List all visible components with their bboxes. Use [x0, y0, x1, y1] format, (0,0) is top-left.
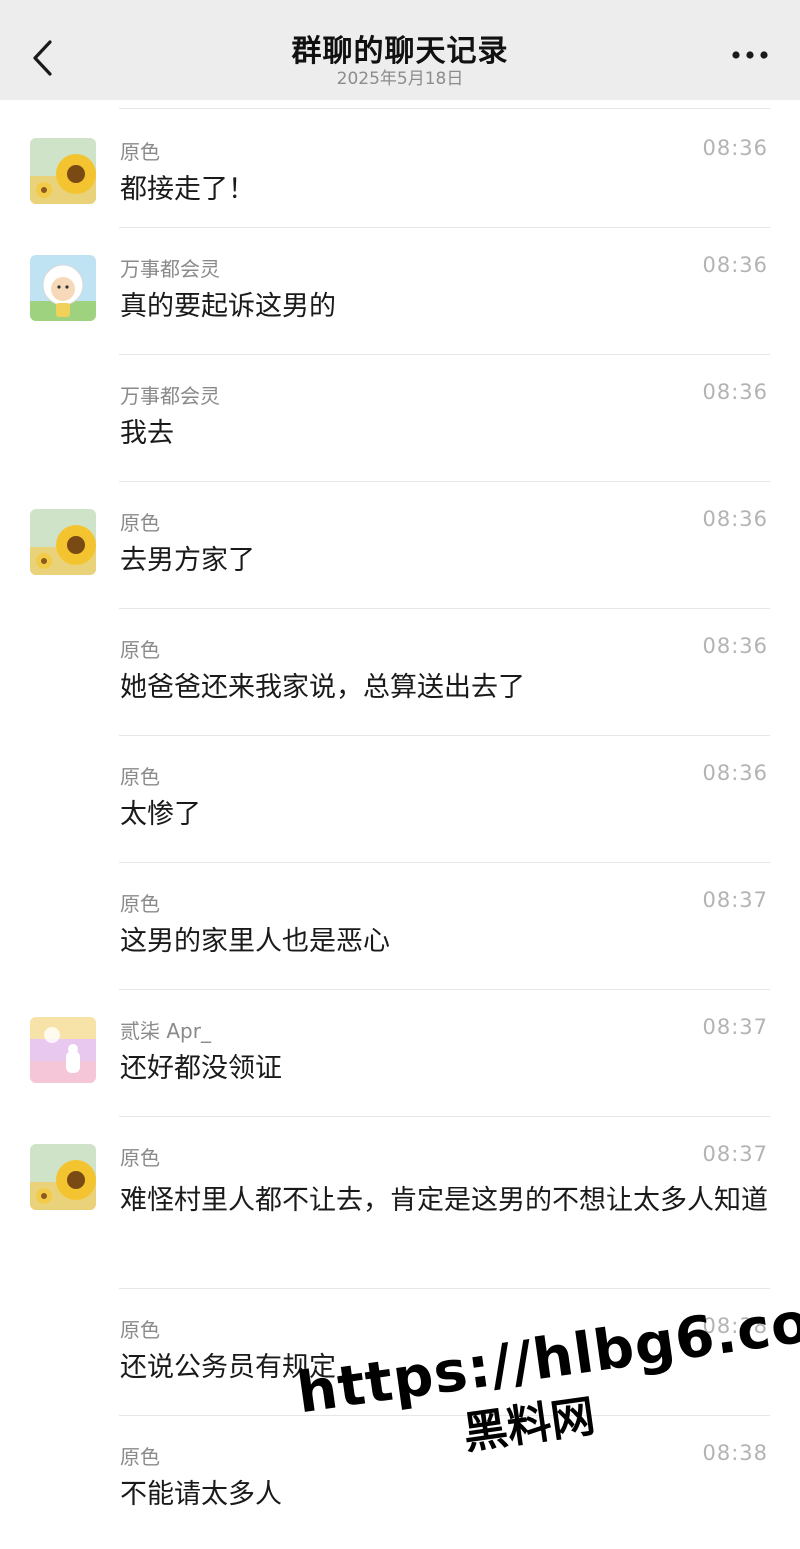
message-text: 难怪村里人都不让去，肯定是这男的不想让太多人知道 [120, 1185, 768, 1216]
divider [119, 862, 770, 863]
message-time: 08:36 [702, 634, 768, 658]
sunflower-avatar-icon [30, 1144, 96, 1210]
list-item[interactable]: 原色 08:37 难怪村里人都不让去，肯定是这男的不想让太多人知道 [0, 1116, 800, 1288]
divider [119, 735, 770, 736]
divider [119, 227, 770, 228]
divider [119, 108, 770, 109]
message-text: 太惨了 [120, 799, 201, 830]
message-text: 她爸爸还来我家说，总算送出去了 [120, 672, 525, 703]
message-text: 不能请太多人 [120, 1479, 282, 1510]
message-text: 这男的家里人也是恶心 [120, 926, 390, 957]
more-button[interactable] [730, 40, 770, 70]
avatar[interactable] [30, 255, 96, 321]
message-text: 去男方家了 [120, 545, 255, 576]
message-text: 都接走了！ [120, 174, 255, 205]
pastel-character-avatar-icon [30, 1017, 96, 1083]
sender-name: 原色 [120, 638, 160, 662]
sheep-avatar-icon [30, 255, 96, 321]
message-time: 08:37 [702, 1015, 768, 1039]
sender-name: 原色 [120, 1146, 160, 1170]
message-time: 08:36 [702, 380, 768, 404]
message-text: 还好都没领证 [120, 1053, 282, 1084]
sunflower-avatar-icon [30, 509, 96, 575]
list-item[interactable]: 万事都会灵 08:36 真的要起诉这男的 [0, 227, 800, 354]
list-item[interactable]: 原色 08:36 太惨了 [0, 735, 800, 862]
divider [119, 1288, 770, 1289]
message-text: 我去 [120, 418, 174, 449]
divider [119, 354, 770, 355]
avatar[interactable] [30, 509, 96, 575]
avatar[interactable] [30, 1017, 96, 1083]
message-time: 08:38 [702, 1441, 768, 1465]
message-text: 真的要起诉这男的 [120, 291, 336, 322]
sender-name: 万事都会灵 [120, 257, 220, 281]
divider [119, 481, 770, 482]
avatar[interactable] [30, 1144, 96, 1210]
list-item[interactable]: 原色 08:36 她爸爸还来我家说，总算送出去了 [0, 608, 800, 735]
sender-name: 原色 [120, 140, 160, 164]
sender-name: 原色 [120, 1445, 160, 1469]
message-time: 08:36 [702, 507, 768, 531]
sender-name: 万事都会灵 [120, 384, 220, 408]
list-item[interactable]: 原色 08:36 都接走了！ [0, 100, 800, 227]
divider [119, 1116, 770, 1117]
message-time: 08:36 [702, 761, 768, 785]
list-item[interactable]: 原色 08:36 去男方家了 [0, 481, 800, 608]
sender-name: 原色 [120, 892, 160, 916]
list-item[interactable]: 万事都会灵 08:36 我去 [0, 354, 800, 481]
message-time: 08:36 [702, 136, 768, 160]
sunflower-avatar-icon [30, 138, 96, 204]
list-item[interactable]: 贰柒 Apr_ 08:37 还好都没领证 [0, 989, 800, 1116]
nav-header: 群聊的聊天记录 2025年5月18日 [0, 0, 800, 100]
sender-name: 原色 [120, 511, 160, 535]
divider [119, 608, 770, 609]
message-time: 08:36 [702, 253, 768, 277]
more-dots-icon [732, 51, 768, 59]
sender-name: 贰柒 Apr_ [120, 1019, 211, 1043]
page-subtitle-date: 2025年5月18日 [336, 69, 464, 89]
divider [119, 989, 770, 990]
sender-name: 原色 [120, 765, 160, 789]
list-item[interactable]: 原色 08:37 这男的家里人也是恶心 [0, 862, 800, 989]
avatar[interactable] [30, 138, 96, 204]
sender-name: 原色 [120, 1318, 160, 1342]
message-time: 08:37 [702, 888, 768, 912]
message-time: 08:37 [702, 1142, 768, 1166]
